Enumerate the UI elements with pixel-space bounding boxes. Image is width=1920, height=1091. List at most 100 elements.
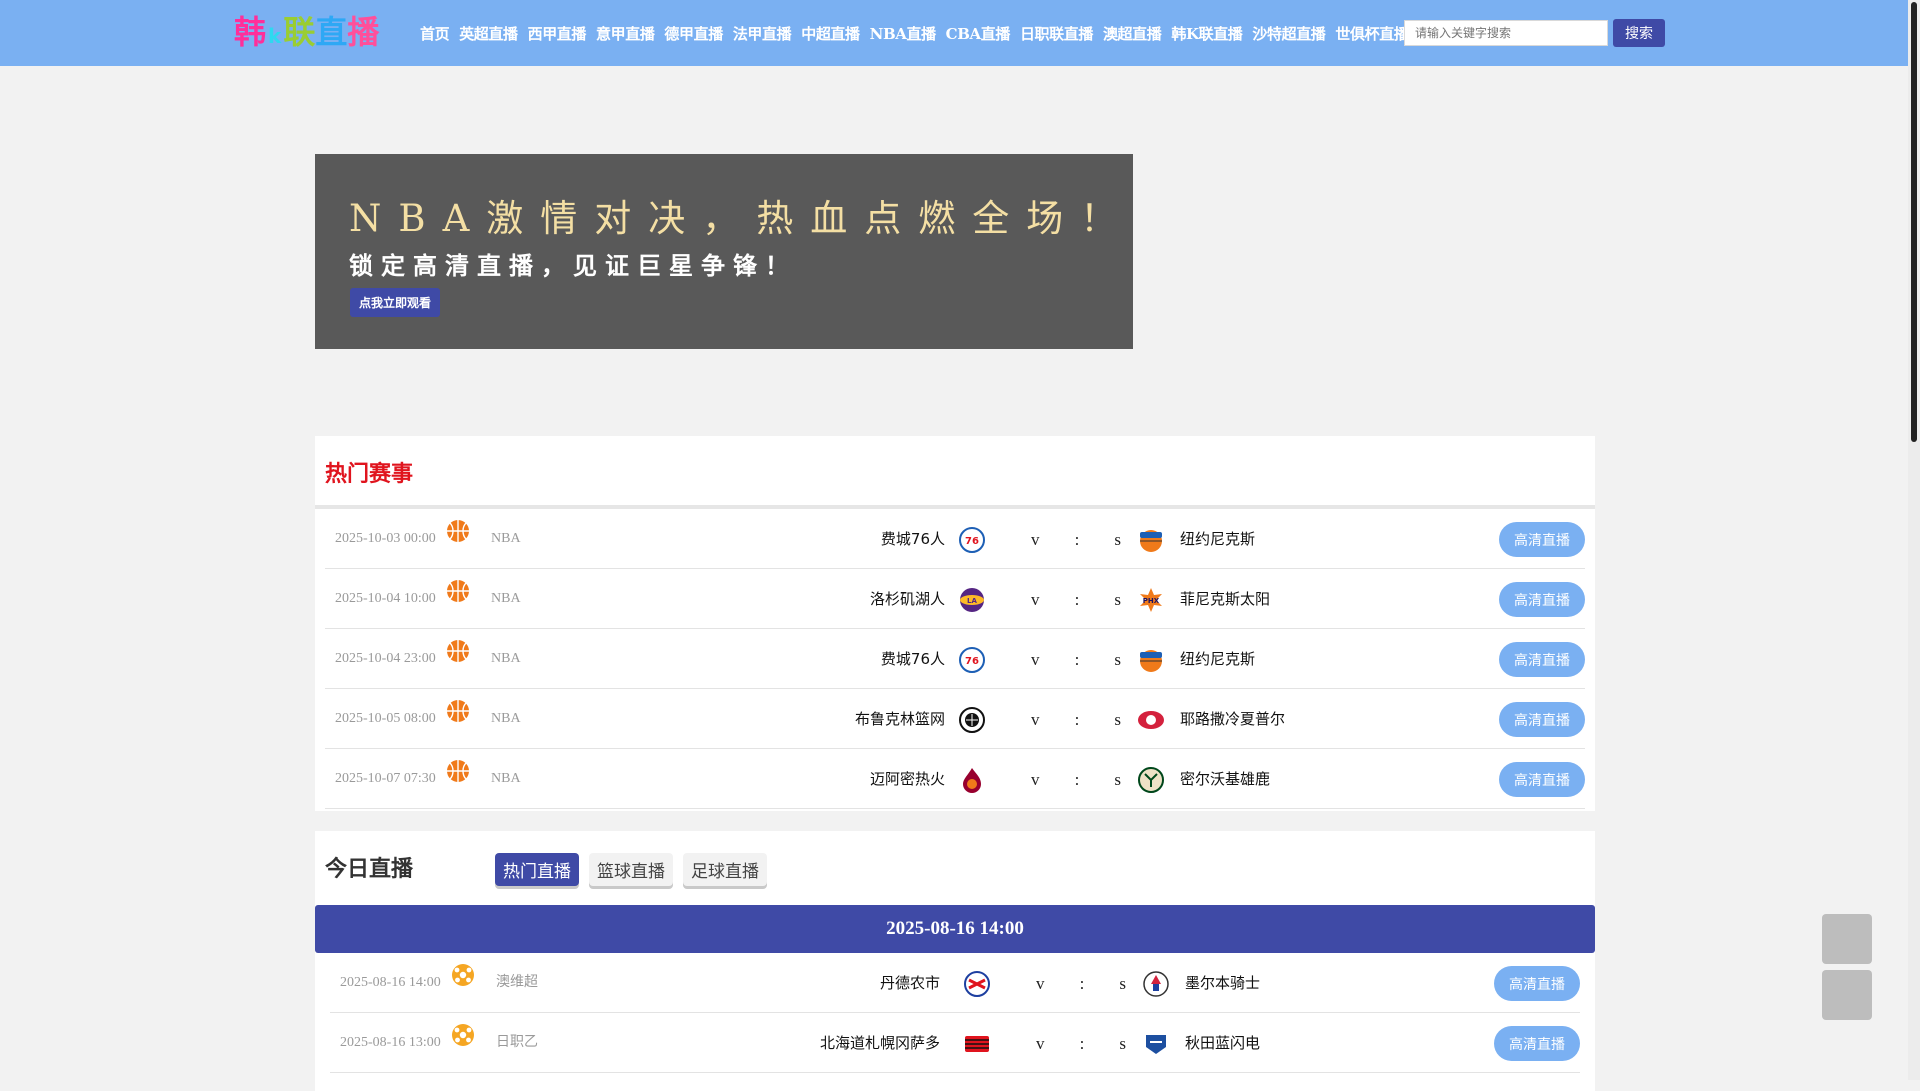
match-row: 2025-08-16 14:00 澳维超 丹德农市 v: s 墨尔本骑士 高清直播: [330, 953, 1580, 1013]
nav-link[interactable]: 英超直播: [459, 23, 518, 44]
match-row: 2025-10-04 23:00 NBA 费城76人 76 v: s 纽约尼克斯 高清直播: [325, 629, 1585, 689]
nav-link[interactable]: CBA直播: [946, 23, 1011, 44]
vs-v: v: [1031, 710, 1040, 729]
match-time: 2025-10-05 08:00: [335, 711, 436, 726]
hot-events-panel: 热门赛事 2025-10-03 00:00 NBA 费城76人 76 v: s 纽约尼克斯高…: [315, 436, 1595, 811]
home-team-logo-icon: [963, 1030, 991, 1058]
tab-football[interactable]: 足球直播: [683, 853, 767, 886]
nav-link[interactable]: 沙特超直播: [1252, 23, 1325, 44]
vs-colon: :: [1074, 710, 1080, 729]
away-team-logo-icon: [1142, 1030, 1170, 1058]
page-scrollbar[interactable]: [1908, 0, 1920, 1080]
hd-live-button[interactable]: 高清直播: [1499, 702, 1585, 737]
banner-subtitle: 锁定高清直播，见证巨星争锋！: [349, 252, 797, 280]
match-time: 2025-10-03 00:00: [335, 531, 436, 546]
away-team[interactable]: 菲尼克斯太阳: [1180, 569, 1270, 629]
soccer-icon: [451, 963, 475, 987]
home-team[interactable]: 迈阿密热火: [870, 749, 945, 809]
match-time: 2025-08-16 14:00: [340, 975, 441, 990]
top-navbar: 韩 k联直播 首页 英超直播 西甲直播 意甲直播 德甲直播 法甲直播 中超直播 NBA直播 CBA…: [0, 0, 1908, 66]
nav-link[interactable]: 德甲直播: [664, 23, 723, 44]
hd-live-button[interactable]: 高清直播: [1494, 1026, 1580, 1061]
nav-link[interactable]: 法甲直播: [733, 23, 792, 44]
soccer-icon: [451, 1023, 475, 1047]
search-button[interactable]: 搜索: [1613, 19, 1665, 47]
tab-basketball[interactable]: 篮球直播: [589, 853, 673, 886]
vs-colon: :: [1074, 770, 1080, 789]
site-logo[interactable]: 韩 k联直播: [234, 12, 379, 52]
league-name: NBA: [491, 531, 521, 546]
match-row: 2025-08-16 13:00 日职乙 北海道札幌冈萨多 v: s 秋田蓝闪电 高清直播: [330, 1013, 1580, 1073]
nav-link[interactable]: 澳超直播: [1103, 23, 1162, 44]
vs-v: v: [1031, 770, 1040, 789]
home-team-logo-icon: [958, 766, 986, 794]
home-team[interactable]: 洛杉矶湖人: [870, 569, 945, 629]
vs-s: s: [1119, 974, 1126, 993]
date-header: 2025-08-16 14:00: [315, 905, 1595, 953]
match-time: 2025-10-04 10:00: [335, 591, 436, 606]
away-team[interactable]: 纽约尼克斯: [1180, 629, 1255, 689]
hd-live-button[interactable]: 高清直播: [1494, 966, 1580, 1001]
nav-link[interactable]: 韩K联直播: [1171, 23, 1242, 44]
vs-v: v: [1031, 590, 1040, 609]
vs-colon: :: [1074, 530, 1080, 549]
versus-label: v: s: [1036, 953, 1126, 1015]
away-team[interactable]: 墨尔本骑士: [1185, 953, 1260, 1013]
match-time: 2025-08-16 13:00: [340, 1035, 441, 1050]
home-team[interactable]: 费城76人: [881, 509, 945, 569]
nav-link[interactable]: 西甲直播: [528, 23, 587, 44]
away-team[interactable]: 耶路撒冷夏普尔: [1180, 689, 1285, 749]
home-team[interactable]: 北海道札幌冈萨多: [820, 1013, 940, 1073]
logo-char: k: [268, 24, 282, 48]
away-team[interactable]: 密尔沃基雄鹿: [1180, 749, 1270, 809]
home-team-logo-icon: 76: [958, 526, 986, 554]
hd-live-button[interactable]: 高清直播: [1499, 762, 1585, 797]
vs-s: s: [1114, 770, 1121, 789]
away-team[interactable]: 秋田蓝闪电: [1185, 1013, 1260, 1073]
nav-link[interactable]: 世俱杯直播: [1335, 23, 1408, 44]
away-team-logo-icon: [1137, 766, 1165, 794]
versus-label: v: s: [1036, 1013, 1126, 1075]
vs-v: v: [1036, 974, 1045, 993]
hd-live-button[interactable]: 高清直播: [1499, 642, 1585, 677]
away-team-logo-icon: [1137, 526, 1165, 554]
nav-link[interactable]: 中超直播: [801, 23, 860, 44]
float-button-top[interactable]: [1822, 914, 1872, 964]
versus-label: v: s: [1031, 509, 1121, 571]
nav-link[interactable]: 首页: [420, 23, 450, 44]
scrollbar-thumb[interactable]: [1911, 2, 1917, 442]
vs-colon: :: [1074, 650, 1080, 669]
vs-v: v: [1031, 530, 1040, 549]
home-team[interactable]: 费城76人: [881, 629, 945, 689]
home-team[interactable]: 丹德农市: [880, 953, 940, 1013]
watch-now-button[interactable]: 点我立即观看: [350, 288, 440, 317]
hd-live-button[interactable]: 高清直播: [1499, 582, 1585, 617]
today-live-title: 今日直播: [325, 857, 414, 882]
nav-link[interactable]: NBA直播: [870, 23, 936, 44]
away-team-logo-icon: [1137, 706, 1165, 734]
match-row: 2025-10-05 08:00 NBA 布鲁克林篮网 v: s 耶路撒冷夏普尔 高清直播: [325, 689, 1585, 749]
vs-s: s: [1114, 650, 1121, 669]
match-row: 2025-10-07 07:30 NBA 迈阿密热火 v: s 密尔沃基雄鹿 高清直播: [325, 749, 1585, 809]
match-row: 2025-10-04 10:00 NBA 洛杉矶湖人 LA v: s PHX 菲尼克斯太阳 高清…: [325, 569, 1585, 629]
nav-link[interactable]: 日职联直播: [1020, 23, 1093, 44]
today-live-list: 2025-08-16 14:00 澳维超 丹德农市 v: s 墨尔本骑士 高清直播 2025-…: [330, 953, 1580, 1073]
home-team-logo-icon: 76: [958, 646, 986, 674]
basketball-icon: [446, 639, 470, 663]
svg-text:PHX: PHX: [1143, 597, 1160, 605]
float-button-bottom[interactable]: [1822, 970, 1872, 1020]
nav-link[interactable]: 意甲直播: [596, 23, 655, 44]
search-input[interactable]: [1404, 20, 1608, 46]
tab-hot[interactable]: 热门直播: [495, 853, 579, 886]
hd-live-button[interactable]: 高清直播: [1499, 522, 1585, 557]
versus-label: v: s: [1031, 629, 1121, 691]
svg-text:LA: LA: [967, 597, 977, 605]
away-team[interactable]: 纽约尼克斯: [1180, 509, 1255, 569]
vs-s: s: [1114, 590, 1121, 609]
away-team-logo-icon: PHX: [1137, 586, 1165, 614]
hot-events-list: 2025-10-03 00:00 NBA 费城76人 76 v: s 纽约尼克斯 高清直播 20…: [325, 509, 1585, 809]
match-time: 2025-10-07 07:30: [335, 771, 436, 786]
live-tabs: 热门直播 篮球直播 足球直播: [495, 853, 767, 886]
home-team[interactable]: 布鲁克林篮网: [855, 689, 945, 749]
match-time: 2025-10-04 23:00: [335, 651, 436, 666]
